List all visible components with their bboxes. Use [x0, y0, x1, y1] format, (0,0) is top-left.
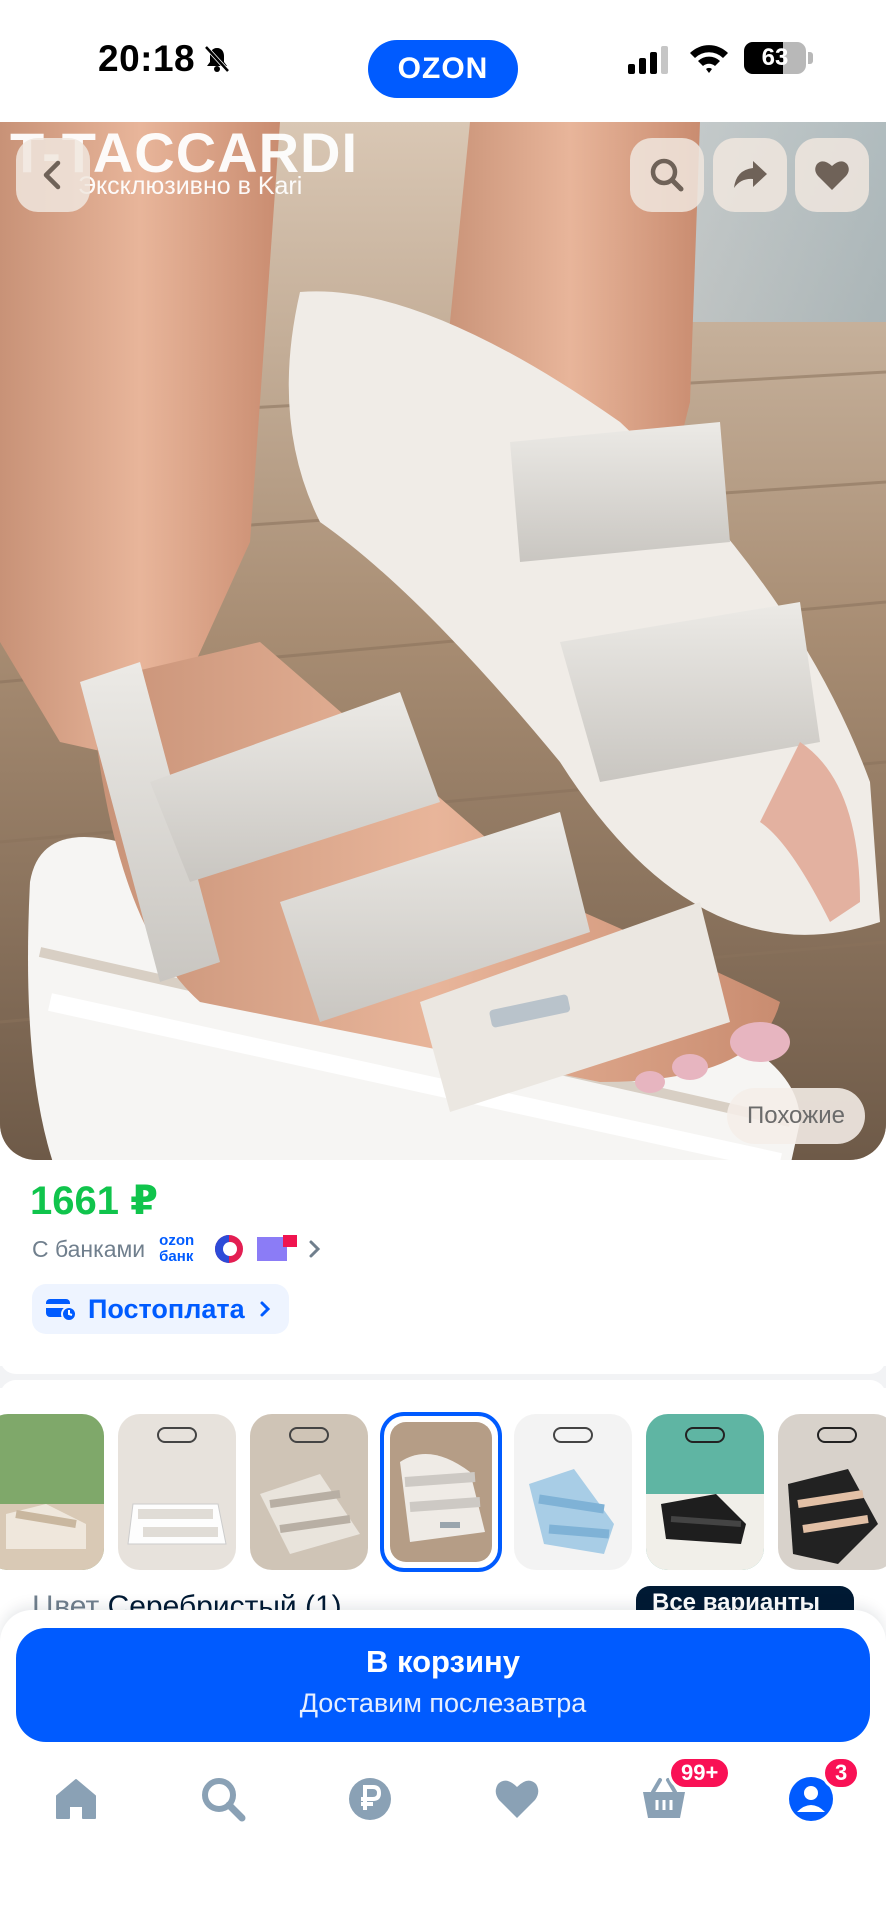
tab-finance[interactable] — [345, 1774, 395, 1824]
battery-icon: 63 — [744, 42, 806, 74]
color-variants-carousel[interactable] — [0, 1412, 886, 1572]
variant-thumb-2[interactable] — [118, 1414, 236, 1570]
battery-nub — [808, 52, 813, 64]
chevron-right-icon — [260, 1301, 270, 1317]
color-label: Цвет — [32, 1590, 100, 1610]
search-icon — [202, 1778, 246, 1822]
color-value: Серебристый (1) — [107, 1590, 342, 1610]
cellular-signal-icon — [628, 46, 668, 74]
product-image[interactable]: T-TACCARDI Эксклюзивно в Kari Похожие — [0, 122, 886, 1160]
back-button[interactable] — [16, 138, 90, 212]
variant-thumb-7[interactable] — [778, 1414, 886, 1570]
favorite-button[interactable] — [795, 138, 869, 212]
ruble-icon — [349, 1778, 391, 1820]
profile-notification-badge: 3 — [822, 1756, 861, 1790]
search-button[interactable] — [630, 138, 704, 212]
similar-button[interactable]: Похожие — [727, 1088, 865, 1144]
heart-icon — [815, 161, 849, 190]
variant-thumb-1[interactable] — [0, 1414, 104, 1570]
battery-level: 63 — [761, 44, 789, 71]
sandal-beige-thumb-icon — [0, 1414, 104, 1570]
search-icon — [650, 158, 684, 192]
bank-offers-label: С банками — [32, 1235, 146, 1262]
share-button[interactable] — [713, 138, 787, 212]
wifi-icon — [690, 45, 728, 73]
variant-thumb-5[interactable] — [514, 1414, 632, 1570]
variant-thumb-6[interactable] — [646, 1414, 764, 1570]
ozon-bank-logo: ozon банк — [159, 1232, 195, 1265]
sandal-blue-thumb-icon — [514, 1414, 632, 1570]
color-info: Цвет Серебристый (1) — [32, 1588, 342, 1610]
status-bar: 20:18 OZON 63 — [0, 0, 886, 122]
card-edge — [0, 1358, 886, 1374]
tab-home[interactable] — [51, 1774, 101, 1824]
sandal-grey-thumb-icon — [250, 1414, 368, 1570]
card-clock-icon — [46, 1299, 76, 1321]
card-edge — [0, 1380, 886, 1396]
add-to-cart-label: В корзину — [365, 1644, 520, 1679]
postpay-button[interactable]: Постоплата — [32, 1284, 289, 1334]
tab-favorites[interactable] — [492, 1774, 542, 1824]
bank-logo-icon — [215, 1235, 244, 1263]
bell-muted-icon — [204, 45, 230, 73]
sandal-black-thumb-icon — [646, 1414, 764, 1570]
sandal-black-2-thumb-icon — [778, 1414, 886, 1570]
brand-subline: Эксклюзивно в Kari — [78, 172, 303, 200]
product-price: 1661 ₽ — [30, 1179, 158, 1223]
bank-offers[interactable]: С банками ozon банк — [32, 1232, 323, 1266]
bank-card-icon — [257, 1235, 298, 1261]
cart-count-badge: 99+ — [668, 1756, 732, 1790]
sandal-white-thumb-icon — [118, 1414, 236, 1570]
add-to-cart-button[interactable]: В корзину Доставим послезавтра — [16, 1628, 870, 1742]
home-icon — [56, 1779, 96, 1819]
product-photo-sandals — [0, 122, 886, 1160]
sandal-silver-thumb-icon — [390, 1422, 492, 1562]
ozon-logo[interactable]: OZON — [368, 40, 518, 98]
postpay-label: Постоплата — [88, 1293, 245, 1324]
status-time: 20:18 — [98, 38, 196, 79]
heart-icon — [495, 1780, 539, 1818]
all-variants-button[interactable]: Все варианты — [636, 1586, 854, 1610]
variant-thumb-3[interactable] — [250, 1414, 368, 1570]
bottom-panel: В корзину Доставим послезавтра — [0, 1610, 886, 1920]
delivery-label: Доставим послезавтра — [299, 1688, 587, 1718]
tab-catalog[interactable] — [198, 1774, 248, 1824]
chevron-right-icon — [309, 1240, 321, 1258]
share-arrow-icon — [734, 161, 767, 188]
variant-thumb-4-selected[interactable] — [380, 1412, 502, 1572]
chevron-left-icon — [43, 160, 61, 190]
all-variants-label: Все варианты — [652, 1589, 820, 1610]
